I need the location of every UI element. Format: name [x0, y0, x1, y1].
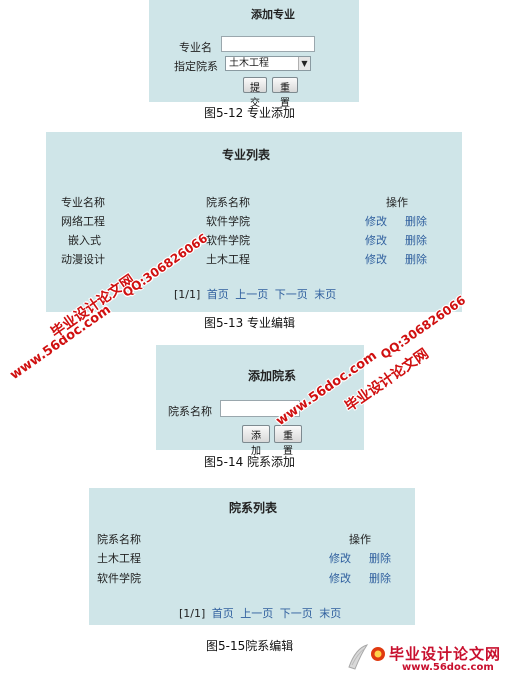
- figure-caption: 图5-14 院系添加: [204, 455, 296, 469]
- row-dept: 软件学院: [206, 215, 250, 228]
- panel-title: 院系列表: [229, 501, 278, 515]
- first-page-link[interactable]: 首页: [212, 607, 234, 620]
- next-page-link[interactable]: 下一页: [275, 288, 308, 301]
- delete-link[interactable]: 删除: [405, 232, 427, 248]
- brand-url: www.56doc.com: [402, 662, 494, 673]
- brand-name: 毕业设计论文网: [389, 645, 502, 663]
- chevron-down-icon: ▼: [298, 57, 310, 70]
- delete-link[interactable]: 删除: [405, 251, 427, 267]
- reset-button[interactable]: 重置: [274, 425, 302, 457]
- prev-page-link[interactable]: 上一页: [235, 288, 268, 301]
- row-dept: 软件学院: [206, 234, 250, 247]
- dept-select-label: 指定院系: [174, 60, 218, 73]
- figure-caption: 图5-15院系编辑: [206, 639, 294, 653]
- first-page-link[interactable]: 首页: [207, 288, 229, 301]
- major-add-panel: 添加专业 专业名 指定院系 土木工程 ▼ 提交 重置: [149, 0, 359, 109]
- col-header-major: 专业名称: [61, 196, 105, 209]
- last-page-link[interactable]: 末页: [314, 288, 336, 301]
- col-header-dept: 院系名称: [97, 533, 141, 546]
- row-dept: 土木工程: [206, 253, 250, 266]
- edit-link[interactable]: 修改: [329, 570, 351, 586]
- logo-ribbon-icon: [348, 644, 369, 670]
- last-page-link[interactable]: 末页: [319, 607, 341, 620]
- row-major: 网络工程: [61, 215, 105, 228]
- figure-caption: 图5-12 专业添加: [204, 106, 296, 120]
- add-button[interactable]: 添加: [242, 425, 270, 457]
- figure-caption: 图5-13 专业编辑: [204, 316, 296, 330]
- row-dept: 土木工程: [97, 552, 141, 565]
- delete-link[interactable]: 删除: [405, 213, 427, 229]
- major-list-panel: 专业列表 专业名称 院系名称 操作 网络工程 软件学院 修改 删除 嵌入式 软件…: [46, 132, 462, 312]
- edit-link[interactable]: 修改: [365, 213, 387, 229]
- row-dept: 软件学院: [97, 572, 141, 585]
- edit-link[interactable]: 修改: [365, 232, 387, 248]
- col-header-ops: 操作: [386, 196, 408, 209]
- panel-title: 添加专业: [251, 8, 295, 21]
- edit-link[interactable]: 修改: [329, 550, 351, 566]
- row-major: 嵌入式: [68, 234, 101, 247]
- dept-name-label: 院系名称: [168, 405, 212, 418]
- prev-page-link[interactable]: 上一页: [240, 607, 273, 620]
- logo-emblem-icon: [371, 647, 385, 661]
- col-header-dept: 院系名称: [206, 196, 250, 209]
- edit-link[interactable]: 修改: [365, 251, 387, 267]
- reset-button[interactable]: 重置: [272, 77, 298, 109]
- delete-link[interactable]: 删除: [369, 550, 391, 566]
- next-page-link[interactable]: 下一页: [280, 607, 313, 620]
- major-name-input[interactable]: [221, 36, 315, 52]
- dept-name-input[interactable]: [220, 400, 300, 417]
- delete-link[interactable]: 删除: [369, 570, 391, 586]
- col-header-ops: 操作: [349, 533, 371, 546]
- dept-select-value: 土木工程: [229, 58, 269, 69]
- dept-list-panel: 院系列表 院系名称 操作 土木工程 修改 删除 软件学院 修改 删除 [1/1]…: [89, 488, 415, 625]
- submit-button[interactable]: 提交: [243, 77, 267, 109]
- panel-title: 添加院系: [248, 369, 297, 383]
- major-name-label: 专业名: [179, 41, 212, 54]
- brand-logo: 毕业设计论文网 www.56doc.com: [346, 641, 506, 675]
- dept-select[interactable]: 土木工程 ▼: [225, 56, 311, 71]
- page-count: [1/1]: [174, 288, 201, 301]
- page-count: [1/1]: [179, 607, 206, 620]
- pagination: [1/1] 首页 上一页 下一页 末页: [179, 605, 341, 621]
- watermark-url: www.56doc.com: [7, 302, 114, 383]
- dept-add-panel: 添加院系 院系名称 添加 重置: [156, 345, 364, 457]
- row-major: 动漫设计: [61, 253, 105, 266]
- pagination: [1/1] 首页 上一页 下一页 末页: [174, 286, 336, 302]
- panel-title: 专业列表: [222, 148, 271, 162]
